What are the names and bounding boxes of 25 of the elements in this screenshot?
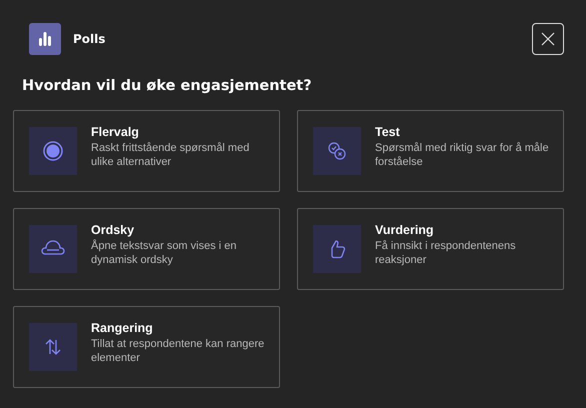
app-title: Polls (73, 32, 106, 46)
poll-type-title: Vurdering (375, 223, 435, 237)
poll-type-card[interactable]: Rangering Tillat at respondentene kan rangere elementer (13, 306, 280, 388)
poll-type-description: Få innsikt i respondentenens reaksjoner (375, 239, 517, 267)
poll-type-title: Flervalg (91, 125, 140, 139)
poll-type-card[interactable]: Test Spørsmål med riktig svar for å måle forståelse (297, 110, 564, 192)
sort-arrows-icon (29, 323, 77, 371)
cloud-icon (29, 225, 77, 273)
poll-type-description: Spørsmål med riktig svar for å måle forståelse (375, 141, 550, 169)
radio-button-icon (29, 127, 77, 175)
check-cross-icon (313, 127, 361, 175)
poll-type-description: Raskt frittstående spørsmål med ulike alternativer (91, 141, 250, 169)
bar-chart-icon (29, 23, 61, 55)
poll-type-title: Rangering (91, 321, 154, 335)
poll-type-title: Ordsky (91, 223, 136, 237)
poll-type-title: Test (375, 125, 401, 139)
poll-type-card[interactable]: Ordsky Åpne tekstsvar som vises i en dynamisk ordsky (13, 208, 280, 290)
poll-type-description: Åpne tekstsvar som vises i en dynamisk ordsky (91, 239, 238, 267)
thumbs-up-icon (313, 225, 361, 273)
page-heading: Hvordan vil du øke engasjementet? (22, 78, 313, 94)
poll-type-card[interactable]: Vurdering Få innsikt i respondentenens reaksjoner (297, 208, 564, 290)
close-button[interactable] (532, 23, 564, 55)
poll-type-description: Tillat at respondentene kan rangere elementer (91, 337, 266, 365)
poll-type-card[interactable]: Flervalg Raskt frittstående spørsmål med ulike alternativer (13, 110, 280, 192)
close-icon (541, 32, 555, 46)
